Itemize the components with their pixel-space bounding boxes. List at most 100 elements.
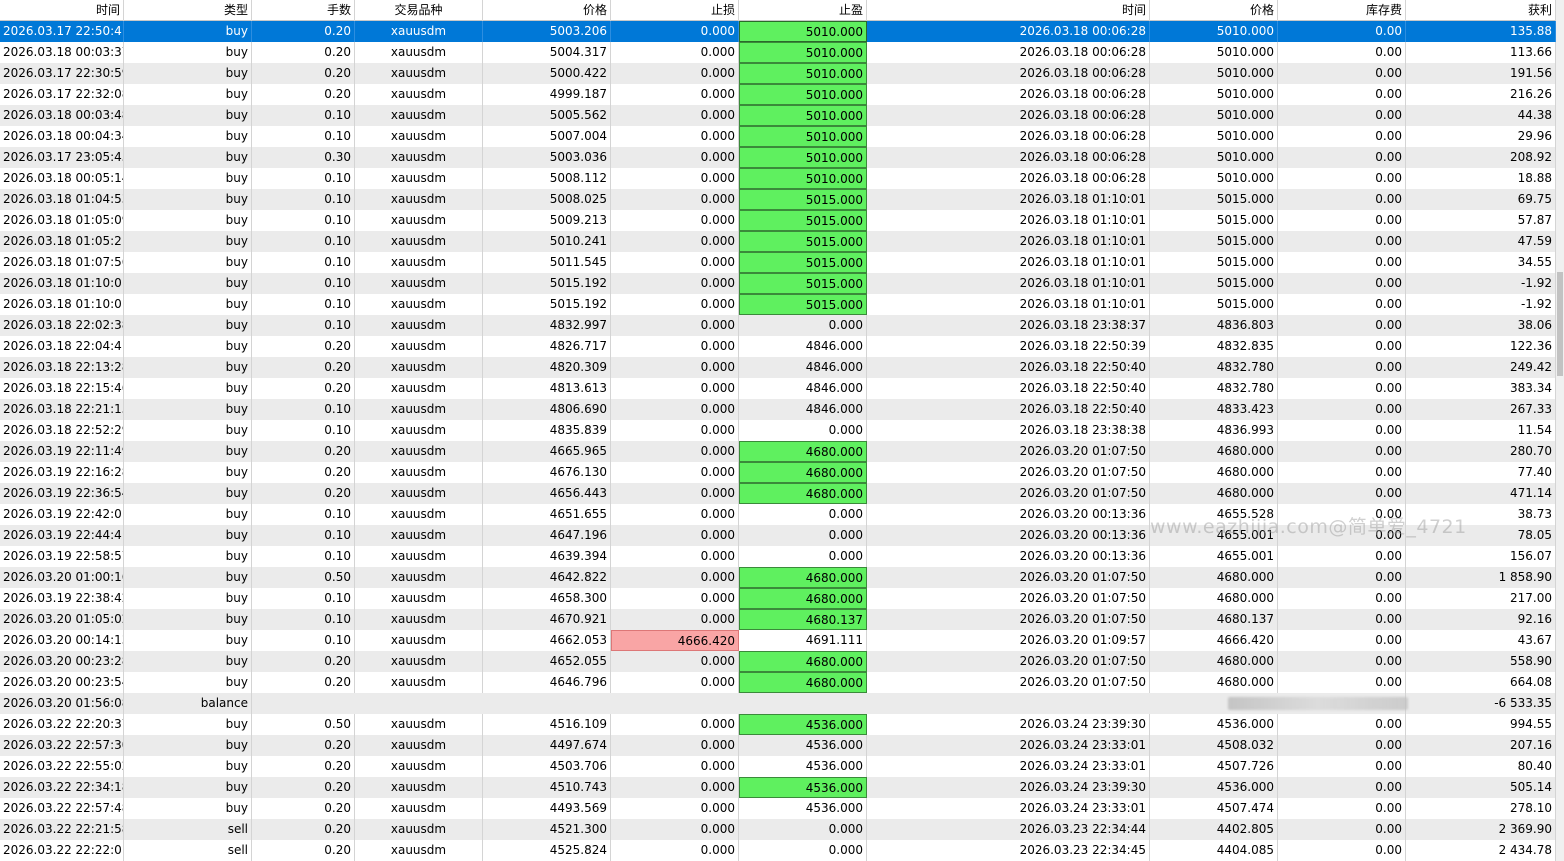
table-row[interactable]: 2026.03.18 22:15:46 buy 0.20 xauusdm 4813.61… (0, 378, 1556, 399)
table-row[interactable]: 2026.03.17 22:30:59 buy 0.20 xauusdm 5000.42… (0, 63, 1556, 84)
col-header-tp[interactable]: 止盈 (739, 0, 867, 21)
table-row[interactable]: 2026.03.18 00:03:37 buy 0.20 xauusdm 5004.31… (0, 42, 1556, 63)
symbol-cell: xauusdm (355, 378, 483, 399)
open-time-cell: 2026.03.20 00:23:54 (0, 672, 124, 693)
table-row[interactable]: 2026.03.18 01:10:01 buy 0.10 xauusdm 5015.19… (0, 294, 1556, 315)
table-row[interactable]: 2026.03.19 22:36:54 buy 0.20 xauusdm 4656.44… (0, 483, 1556, 504)
table-row[interactable]: 2026.03.18 22:04:41 buy 0.20 xauusdm 4826.71… (0, 336, 1556, 357)
symbol-cell: xauusdm (355, 672, 483, 693)
stop-loss-cell: 0.000 (611, 357, 739, 378)
stop-loss-cell: 0.000 (611, 819, 739, 840)
profit-cell: 994.55 (1406, 714, 1556, 735)
volume-cell: 0.10 (252, 546, 355, 567)
take-profit-cell: 4680.000 (739, 483, 867, 504)
table-row[interactable]: 2026.03.18 00:03:48 buy 0.10 xauusdm 5005.56… (0, 105, 1556, 126)
table-row[interactable]: 2026.03.18 00:05:14 buy 0.10 xauusdm 5008.11… (0, 168, 1556, 189)
table-row[interactable]: 2026.03.22 22:34:18 buy 0.20 xauusdm 4510.74… (0, 777, 1556, 798)
close-price-cell: 5015.000 (1150, 231, 1278, 252)
type-cell: buy (124, 147, 252, 168)
volume-cell: 0.10 (252, 105, 355, 126)
table-row[interactable]: 2026.03.18 22:02:38 buy 0.10 xauusdm 4832.99… (0, 315, 1556, 336)
volume-cell: 0.10 (252, 294, 355, 315)
table-row[interactable]: 2026.03.20 01:05:02 buy 0.10 xauusdm 4670.92… (0, 609, 1556, 630)
close-time-cell: 2026.03.18 22:50:39 (867, 336, 1150, 357)
swap-cell: 0.00 (1278, 357, 1406, 378)
symbol-cell: xauusdm (355, 798, 483, 819)
table-row[interactable]: 2026.03.19 22:38:42 buy 0.10 xauusdm 4658.30… (0, 588, 1556, 609)
volume-cell: 0.20 (252, 777, 355, 798)
table-row[interactable]: 2026.03.18 01:10:01 buy 0.10 xauusdm 5015.19… (0, 273, 1556, 294)
stop-loss-cell: 0.000 (611, 21, 739, 42)
type-cell: buy (124, 63, 252, 84)
vertical-scrollbar[interactable] (1556, 0, 1564, 861)
open-time-cell: 2026.03.22 22:22:01 (0, 840, 124, 861)
col-header-open-time[interactable]: 时间 (0, 0, 124, 21)
table-row[interactable]: 2026.03.22 22:55:02 buy 0.20 xauusdm 4503.70… (0, 756, 1556, 777)
table-row[interactable]: 2026.03.17 22:50:41 buy 0.20 xauusdm 5003.20… (0, 21, 1556, 42)
profit-cell: 558.90 (1406, 651, 1556, 672)
table-row[interactable]: 2026.03.18 22:52:29 buy 0.10 xauusdm 4835.83… (0, 420, 1556, 441)
type-cell: buy (124, 42, 252, 63)
close-time-cell: 2026.03.18 23:38:37 (867, 315, 1150, 336)
table-row[interactable]: 2026.03.18 01:04:53 buy 0.10 xauusdm 5008.02… (0, 189, 1556, 210)
table-row[interactable]: 2026.03.19 22:58:57 buy 0.10 xauusdm 4639.39… (0, 546, 1556, 567)
col-header-swap[interactable]: 库存费 (1278, 0, 1406, 21)
table-row[interactable]: 2026.03.19 22:16:28 buy 0.20 xauusdm 4676.13… (0, 462, 1556, 483)
table-row[interactable]: 2026.03.18 01:05:09 buy 0.10 xauusdm 5009.21… (0, 210, 1556, 231)
col-header-close-price[interactable]: 价格 (1150, 0, 1278, 21)
table-row[interactable]: 2026.03.17 23:05:45 buy 0.30 xauusdm 5003.03… (0, 147, 1556, 168)
table-row[interactable]: 2026.03.17 22:32:08 buy 0.20 xauusdm 4999.18… (0, 84, 1556, 105)
col-header-open-price[interactable]: 价格 (483, 0, 611, 21)
col-header-type[interactable]: 类型 (124, 0, 252, 21)
type-cell: buy (124, 525, 252, 546)
col-header-sl[interactable]: 止损 (611, 0, 739, 21)
table-row[interactable]: 2026.03.19 22:44:41 buy 0.10 xauusdm 4647.19… (0, 525, 1556, 546)
type-cell: buy (124, 294, 252, 315)
table-row[interactable]: 2026.03.18 01:07:56 buy 0.10 xauusdm 5011.54… (0, 252, 1556, 273)
table-row[interactable]: 2026.03.22 22:22:01 sell 0.20 xauusdm 4525.8… (0, 840, 1556, 861)
table-row[interactable]: 2026.03.19 22:42:01 buy 0.10 xauusdm 4651.65… (0, 504, 1556, 525)
table-row[interactable]: 2026.03.20 01:00:16 buy 0.50 xauusdm 4642.82… (0, 567, 1556, 588)
table-row[interactable]: 2026.03.18 22:21:15 buy 0.10 xauusdm 4806.69… (0, 399, 1556, 420)
volume-cell: 0.10 (252, 630, 355, 651)
col-header-symbol[interactable]: 交易品种 (355, 0, 483, 21)
table-row[interactable]: 2026.03.20 00:23:28 buy 0.20 xauusdm 4652.05… (0, 651, 1556, 672)
volume-cell: 0.20 (252, 84, 355, 105)
table-row[interactable]: 2026.03.22 22:57:30 buy 0.20 xauusdm 4497.67… (0, 735, 1556, 756)
close-time-cell: 2026.03.24 23:39:30 (867, 777, 1150, 798)
table-row[interactable]: 2026.03.22 22:57:48 buy 0.20 xauusdm 4493.56… (0, 798, 1556, 819)
close-time-cell: 2026.03.18 00:06:28 (867, 168, 1150, 189)
profit-cell: 216.26 (1406, 84, 1556, 105)
table-row[interactable]: 2026.03.18 22:13:28 buy 0.20 xauusdm 4820.30… (0, 357, 1556, 378)
col-header-profit[interactable]: 获利 (1406, 0, 1556, 21)
table-row[interactable]: 2026.03.20 00:23:54 buy 0.20 xauusdm 4646.79… (0, 672, 1556, 693)
open-time-cell: 2026.03.19 22:11:49 (0, 441, 124, 462)
col-header-close-time[interactable]: 时间 (867, 0, 1150, 21)
open-price-cell: 5003.036 (483, 147, 611, 168)
table-row[interactable]: 2026.03.22 22:20:37 buy 0.50 xauusdm 4516.10… (0, 714, 1556, 735)
open-time-cell: 2026.03.22 22:20:37 (0, 714, 124, 735)
open-time-cell: 2026.03.20 01:00:16 (0, 567, 124, 588)
open-time-cell: 2026.03.20 00:14:13 (0, 630, 124, 651)
profit-cell: 38.06 (1406, 315, 1556, 336)
open-price-cell: 5008.112 (483, 168, 611, 189)
stop-loss-cell: 0.000 (611, 273, 739, 294)
swap-cell: 0.00 (1278, 189, 1406, 210)
volume-cell: 0.20 (252, 672, 355, 693)
col-header-volume[interactable]: 手数 (252, 0, 355, 21)
table-row[interactable]: 2026.03.22 22:21:58 sell 0.20 xauusdm 4521.3… (0, 819, 1556, 840)
type-cell: buy (124, 483, 252, 504)
take-profit-cell: 4846.000 (739, 357, 867, 378)
type-cell: buy (124, 651, 252, 672)
scrollbar-thumb[interactable] (1557, 272, 1563, 376)
take-profit-cell: 0.000 (739, 525, 867, 546)
volume-cell: 0.10 (252, 126, 355, 147)
close-time-cell: 2026.03.18 01:10:01 (867, 189, 1150, 210)
table-row[interactable]: 2026.03.18 01:05:21 buy 0.10 xauusdm 5010.24… (0, 231, 1556, 252)
stop-loss-cell: 0.000 (611, 756, 739, 777)
open-price-cell: 4832.997 (483, 315, 611, 336)
table-row[interactable]: 2026.03.19 22:11:49 buy 0.20 xauusdm 4665.96… (0, 441, 1556, 462)
symbol-cell: xauusdm (355, 483, 483, 504)
table-row[interactable]: 2026.03.20 00:14:13 buy 0.10 xauusdm 4662.05… (0, 630, 1556, 651)
table-row[interactable]: 2026.03.18 00:04:34 buy 0.10 xauusdm 5007.00… (0, 126, 1556, 147)
